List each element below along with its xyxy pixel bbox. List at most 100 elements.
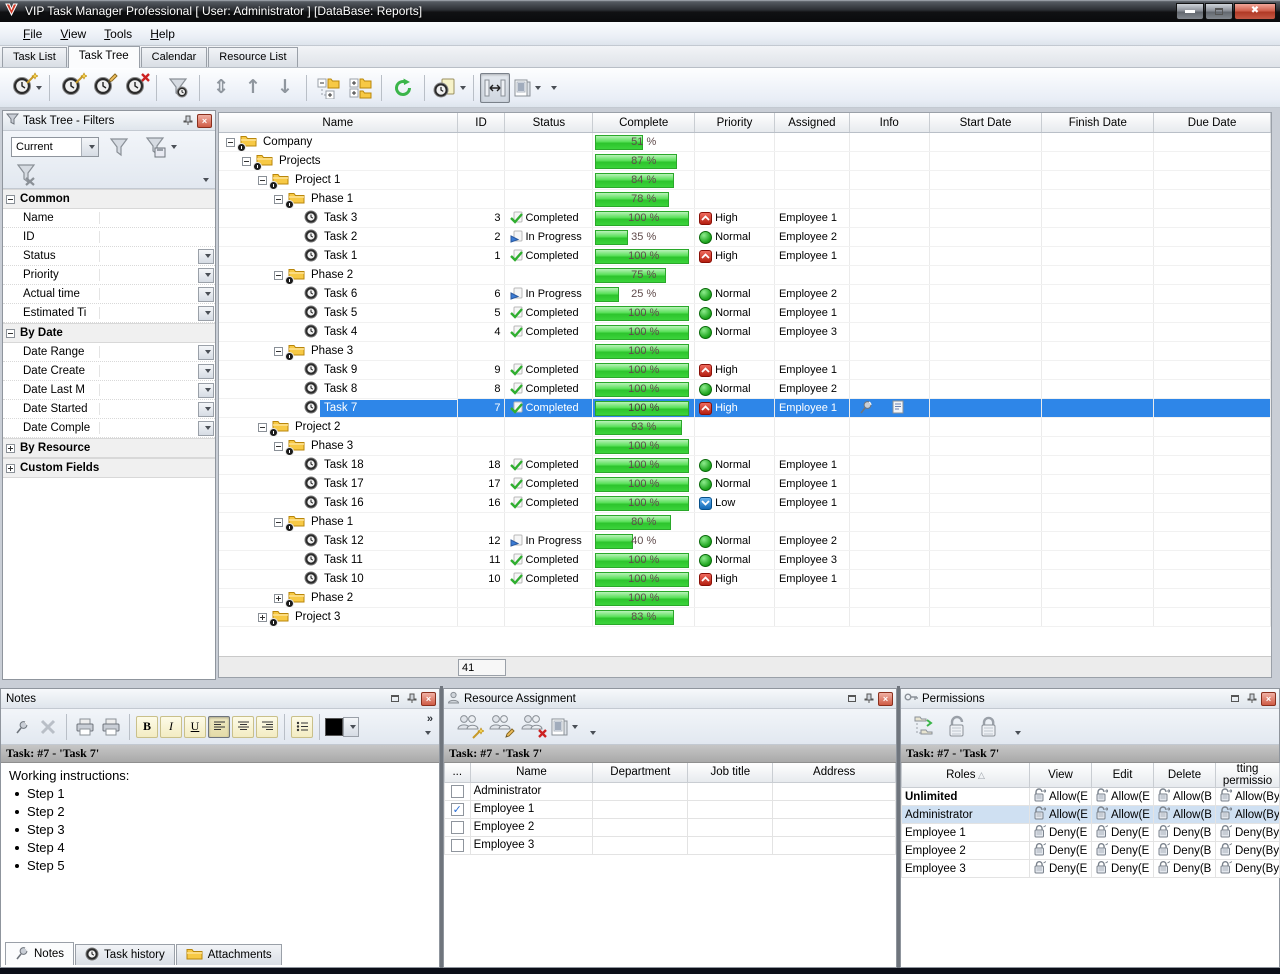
permission-cell[interactable]: Allow(B xyxy=(1157,788,1212,805)
align-left-button[interactable] xyxy=(208,716,230,738)
save-filter-button[interactable] xyxy=(143,135,177,159)
task-row-task-1[interactable]: Task 11Completed100 %HighEmployee 1 xyxy=(219,247,1271,266)
filter-button[interactable] xyxy=(163,73,193,103)
menu-item-file[interactable]: File xyxy=(14,24,51,44)
chevron-down-icon[interactable] xyxy=(198,421,214,436)
restore-icon[interactable] xyxy=(387,692,402,706)
task-row-task-8[interactable]: Task 88Completed100 %NormalEmployee 2 xyxy=(219,380,1271,399)
permissions-column-tting-permissio[interactable]: tting permissio xyxy=(1216,763,1280,788)
close-icon[interactable]: × xyxy=(421,692,436,706)
column-header-due-date[interactable]: Due Date xyxy=(1154,113,1271,132)
restore-button[interactable] xyxy=(1205,3,1233,20)
minus-icon[interactable] xyxy=(274,347,283,356)
filter-section-by-resource[interactable]: By Resource xyxy=(3,438,215,458)
minus-icon[interactable] xyxy=(274,271,283,280)
chevron-down-icon[interactable] xyxy=(81,138,98,156)
close-button[interactable]: ✖ xyxy=(1234,3,1276,20)
group-row-phase-3[interactable]: Phase 3100 % xyxy=(219,342,1271,361)
pin-icon[interactable] xyxy=(180,114,195,128)
group-row-company[interactable]: Company51 % xyxy=(219,133,1271,152)
permissions-toolbar-overflow-icon[interactable] xyxy=(1015,731,1021,735)
plus-icon[interactable] xyxy=(6,464,15,473)
filter-section-by-date[interactable]: By Date xyxy=(3,323,215,343)
permission-cell[interactable]: Allow(E xyxy=(1033,806,1088,823)
group-row-phase-1[interactable]: Phase 178 % xyxy=(219,190,1271,209)
pin-note-button[interactable] xyxy=(10,715,34,739)
column-header-name[interactable]: Name xyxy=(219,113,458,132)
menu-item-help[interactable]: Help xyxy=(141,24,184,44)
checkbox-unchecked[interactable] xyxy=(451,839,464,852)
deny-permission-button[interactable] xyxy=(974,712,1004,742)
tab-resource-list[interactable]: Resource List xyxy=(208,47,297,67)
chevron-down-icon[interactable] xyxy=(198,345,214,360)
group-row-project-2[interactable]: Project 293 % xyxy=(219,418,1271,437)
menu-item-view[interactable]: View xyxy=(51,24,95,44)
permission-cell[interactable]: Deny(E xyxy=(1033,860,1088,877)
task-row-task-6[interactable]: Task 66In Progress25 %NormalEmployee 2 xyxy=(219,285,1271,304)
resource-reports-button[interactable] xyxy=(549,712,579,742)
task-row-task-5[interactable]: Task 55Completed100 %NormalEmployee 1 xyxy=(219,304,1271,323)
delete-note-button[interactable] xyxy=(36,715,60,739)
plus-icon[interactable] xyxy=(6,444,15,453)
expand-collapse-button[interactable]: ⇕ xyxy=(206,73,236,103)
checkbox-checked[interactable]: ✓ xyxy=(451,803,464,816)
tab-task-tree[interactable]: Task Tree xyxy=(68,46,140,68)
minus-icon[interactable] xyxy=(226,138,235,147)
notes-toolbar-more-icon[interactable] xyxy=(425,731,431,735)
font-color-button[interactable] xyxy=(325,717,360,737)
close-icon[interactable]: × xyxy=(197,114,212,128)
group-row-phase-3[interactable]: Phase 3100 % xyxy=(219,437,1271,456)
task-row-task-17[interactable]: Task 1717Completed100 %NormalEmployee 1 xyxy=(219,475,1271,494)
task-row-task-9[interactable]: Task 99Completed100 %HighEmployee 1 xyxy=(219,361,1271,380)
table-row[interactable]: Employee 3 xyxy=(445,836,896,854)
allow-permission-button[interactable] xyxy=(942,712,972,742)
restore-icon[interactable] xyxy=(844,692,859,706)
task-row-task-16[interactable]: Task 1616Completed100 %LowEmployee 1 xyxy=(219,494,1271,513)
pin-icon[interactable] xyxy=(404,692,419,706)
permission-cell[interactable]: Deny(By xyxy=(1219,860,1276,877)
print-button[interactable] xyxy=(99,715,123,739)
pin-icon[interactable] xyxy=(861,692,876,706)
permission-cell[interactable]: Deny(By xyxy=(1219,824,1276,841)
edit-resource-button[interactable] xyxy=(485,712,515,742)
restore-icon[interactable] xyxy=(1227,692,1242,706)
close-icon[interactable]: × xyxy=(878,692,893,706)
group-row-project-3[interactable]: Project 383 % xyxy=(219,608,1271,627)
chevron-down-icon[interactable] xyxy=(198,249,214,264)
filters-toolbar-overflow-icon[interactable] xyxy=(203,178,209,182)
minus-icon[interactable] xyxy=(274,195,283,204)
move-down-button[interactable]: ↓ xyxy=(270,73,300,103)
resource-column-job-title[interactable]: Job title xyxy=(688,763,773,782)
chevron-down-icon[interactable] xyxy=(198,268,214,283)
group-row-phase-2[interactable]: Phase 2100 % xyxy=(219,589,1271,608)
permissions-column-roles[interactable]: Roles △ xyxy=(902,763,1030,788)
permissions-column-delete[interactable]: Delete xyxy=(1154,763,1216,788)
permission-cell[interactable]: Deny(E xyxy=(1095,842,1150,859)
column-header-priority[interactable]: Priority xyxy=(695,113,775,132)
permission-cell[interactable]: Allow(E xyxy=(1033,788,1088,805)
plus-icon[interactable] xyxy=(258,613,267,622)
bottom-tab-attachments[interactable]: Attachments xyxy=(176,944,282,965)
task-row-task-11[interactable]: Task 1111Completed100 %NormalEmployee 3 xyxy=(219,551,1271,570)
task-row-task-10[interactable]: Task 1010Completed100 %HighEmployee 1 xyxy=(219,570,1271,589)
plus-icon[interactable] xyxy=(274,594,283,603)
inherit-permissions-button[interactable] xyxy=(910,712,940,742)
format-u-button[interactable]: U xyxy=(184,716,206,738)
align-center-button[interactable] xyxy=(232,716,254,738)
table-row[interactable]: Employee 3Deny(EDeny(EDeny(BDeny(By xyxy=(902,860,1280,878)
close-icon[interactable]: × xyxy=(1261,692,1276,706)
group-row-phase-2[interactable]: Phase 275 % xyxy=(219,266,1271,285)
chevron-down-icon[interactable] xyxy=(198,383,214,398)
bottom-tab-notes[interactable]: Notes xyxy=(5,942,74,965)
permission-cell[interactable]: Deny(E xyxy=(1095,860,1150,877)
permission-cell[interactable]: Allow(E xyxy=(1095,806,1150,823)
permission-cell[interactable]: Deny(B xyxy=(1157,824,1212,841)
task-row-task-2[interactable]: Task 22In Progress35 %NormalEmployee 2 xyxy=(219,228,1271,247)
minimize-button[interactable]: ▬ xyxy=(1176,3,1204,20)
note-icon[interactable] xyxy=(891,400,905,417)
print-preview-button[interactable] xyxy=(73,715,97,739)
resource-toolbar-overflow-icon[interactable] xyxy=(590,731,596,735)
task-row-task-4[interactable]: Task 44Completed100 %NormalEmployee 3 xyxy=(219,323,1271,342)
column-header-start-date[interactable]: Start Date xyxy=(930,113,1043,132)
pin-icon[interactable] xyxy=(859,400,873,417)
